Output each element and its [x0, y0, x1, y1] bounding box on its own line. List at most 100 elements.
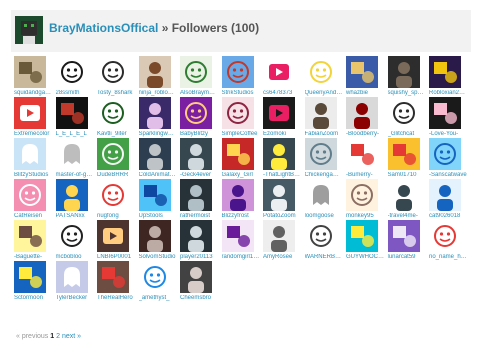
username-link[interactable]: BrayMationsOffical	[49, 21, 158, 35]
follower-name[interactable]: cs6478373	[263, 90, 301, 96]
follower-avatar[interactable]	[180, 97, 212, 129]
follower-avatar[interactable]	[346, 97, 378, 129]
follower-avatar[interactable]	[14, 261, 46, 293]
follower-avatar[interactable]	[221, 97, 254, 129]
follower-avatar[interactable]	[55, 261, 88, 293]
follower-name[interactable]: CatReisen	[14, 213, 52, 219]
follower-name[interactable]: Ezomoki	[263, 131, 301, 137]
follower-card[interactable]: AmyRosee	[263, 220, 301, 268]
follower-avatar[interactable]	[55, 97, 88, 129]
follower-name[interactable]: squishy_sprite	[388, 90, 426, 96]
follower-avatar[interactable]	[180, 179, 212, 211]
follower-avatar[interactable]	[263, 56, 295, 88]
follower-name[interactable]: Kavtli_9iter	[97, 131, 135, 137]
follower-avatar[interactable]	[304, 220, 337, 252]
follower-name[interactable]: PotatoZoom	[263, 213, 301, 219]
follower-avatar[interactable]	[55, 56, 88, 88]
follower-name[interactable]: ColdAnimation	[139, 172, 177, 178]
follower-avatar[interactable]	[304, 179, 337, 211]
follower-avatar[interactable]	[138, 179, 171, 211]
follower-avatar[interactable]	[263, 220, 295, 252]
follower-name[interactable]: L_E_L_E_L	[56, 131, 94, 137]
follower-name[interactable]: -Bumerry-	[346, 172, 384, 178]
follower-card[interactable]: Sctormoon	[14, 261, 52, 309]
follower-avatar[interactable]	[346, 138, 378, 170]
follower-card[interactable]: randomgirl123	[221, 220, 260, 268]
follower-name[interactable]: cat9026018	[429, 213, 467, 219]
follower-name[interactable]: GUYWHOCODES	[346, 254, 384, 260]
follower-name[interactable]: -Baguette-	[14, 254, 52, 260]
follower-name[interactable]: SimpleCoffee	[222, 131, 260, 137]
follower-avatar[interactable]	[429, 138, 461, 170]
follower-name[interactable]: lunarcat59	[388, 254, 426, 260]
follower-name[interactable]: no_name_here	[429, 254, 467, 260]
follower-avatar[interactable]	[221, 138, 254, 170]
follower-avatar[interactable]	[346, 220, 378, 252]
follower-name[interactable]: monkey95	[346, 213, 384, 219]
follower-avatar[interactable]	[138, 220, 171, 252]
follower-name[interactable]: -Sanscatwave	[429, 172, 467, 178]
follower-avatar[interactable]	[97, 97, 129, 129]
follower-name[interactable]: Sam01710	[388, 172, 426, 178]
follower-name[interactable]: master-of-games	[56, 172, 94, 178]
follower-card[interactable]: TheRealHero	[97, 261, 135, 309]
follower-avatar[interactable]	[304, 56, 337, 88]
follower-name[interactable]: DudeBRRR	[97, 172, 135, 178]
follower-name[interactable]: Tosty_8shark	[97, 90, 135, 96]
follower-name[interactable]: 28ssmith	[56, 90, 94, 96]
follower-name[interactable]: Chickengamer	[305, 172, 343, 178]
follower-name[interactable]: StrikStudios	[222, 90, 260, 96]
follower-name[interactable]: Galaxy_Girl	[222, 172, 260, 178]
follower-card[interactable]: _amethyst_	[138, 261, 177, 309]
follower-avatar[interactable]	[304, 138, 337, 170]
follower-avatar[interactable]	[55, 138, 88, 170]
follower-name[interactable]: LNBI6P0001	[97, 254, 135, 260]
follower-name[interactable]: Cheemsbro	[180, 295, 218, 301]
next-page-link[interactable]: next »	[62, 333, 81, 340]
follower-name[interactable]: AlsoBraymation	[180, 90, 218, 96]
follower-name[interactable]: rathermoist	[180, 213, 218, 219]
follower-name[interactable]: loomgoose	[305, 213, 343, 219]
follower-avatar[interactable]	[221, 179, 254, 211]
follower-card[interactable]: TylerBecker	[55, 261, 94, 309]
follower-avatar[interactable]	[138, 97, 171, 129]
follower-name[interactable]: mcbobloo	[56, 254, 94, 260]
page-2-link[interactable]: 2	[56, 333, 60, 340]
follower-avatar[interactable]	[263, 138, 295, 170]
follower-card[interactable]: lunarcat59	[387, 220, 426, 268]
follower-avatar[interactable]	[138, 138, 171, 170]
follower-name[interactable]: -Bloodberry-	[346, 131, 384, 137]
follower-avatar[interactable]	[304, 97, 337, 129]
follower-name[interactable]: Sparklingwater	[139, 131, 177, 137]
follower-name[interactable]: -Geck4ever	[180, 172, 218, 178]
follower-avatar[interactable]	[346, 56, 378, 88]
follower-avatar[interactable]	[221, 220, 254, 252]
follower-name[interactable]: ninja_robloxplay	[139, 90, 177, 96]
follower-avatar[interactable]	[97, 220, 129, 252]
follower-name[interactable]: AmyRosee	[263, 254, 301, 260]
follower-avatar[interactable]	[55, 220, 88, 252]
follower-name[interactable]: Robloxian2009	[429, 90, 467, 96]
follower-name[interactable]: nugfong	[97, 213, 135, 219]
follower-name[interactable]: Blizzyfrost	[222, 213, 260, 219]
follower-avatar[interactable]	[263, 97, 295, 129]
follower-name[interactable]: Extremecolor	[14, 131, 52, 137]
user-avatar[interactable]	[15, 16, 43, 44]
follower-avatar[interactable]	[14, 138, 46, 170]
follower-name[interactable]: randomgirl123	[222, 254, 260, 260]
follower-avatar[interactable]	[387, 220, 420, 252]
follower-card[interactable]: WARNERBROS	[304, 220, 343, 268]
follower-card[interactable]: GUYWHOCODES	[346, 220, 384, 268]
follower-avatar[interactable]	[97, 56, 129, 88]
follower-avatar[interactable]	[180, 56, 212, 88]
follower-avatar[interactable]	[14, 97, 46, 129]
follower-avatar[interactable]	[55, 179, 88, 211]
follower-avatar[interactable]	[180, 138, 212, 170]
follower-name[interactable]: player20113	[180, 254, 218, 260]
follower-name[interactable]: squidandgames	[14, 90, 52, 96]
follower-avatar[interactable]	[97, 179, 129, 211]
follower-avatar[interactable]	[180, 261, 212, 293]
follower-card[interactable]: Cheemsbro	[180, 261, 218, 309]
follower-name[interactable]: QueenyAndCo	[305, 90, 343, 96]
follower-avatar[interactable]	[429, 56, 461, 88]
